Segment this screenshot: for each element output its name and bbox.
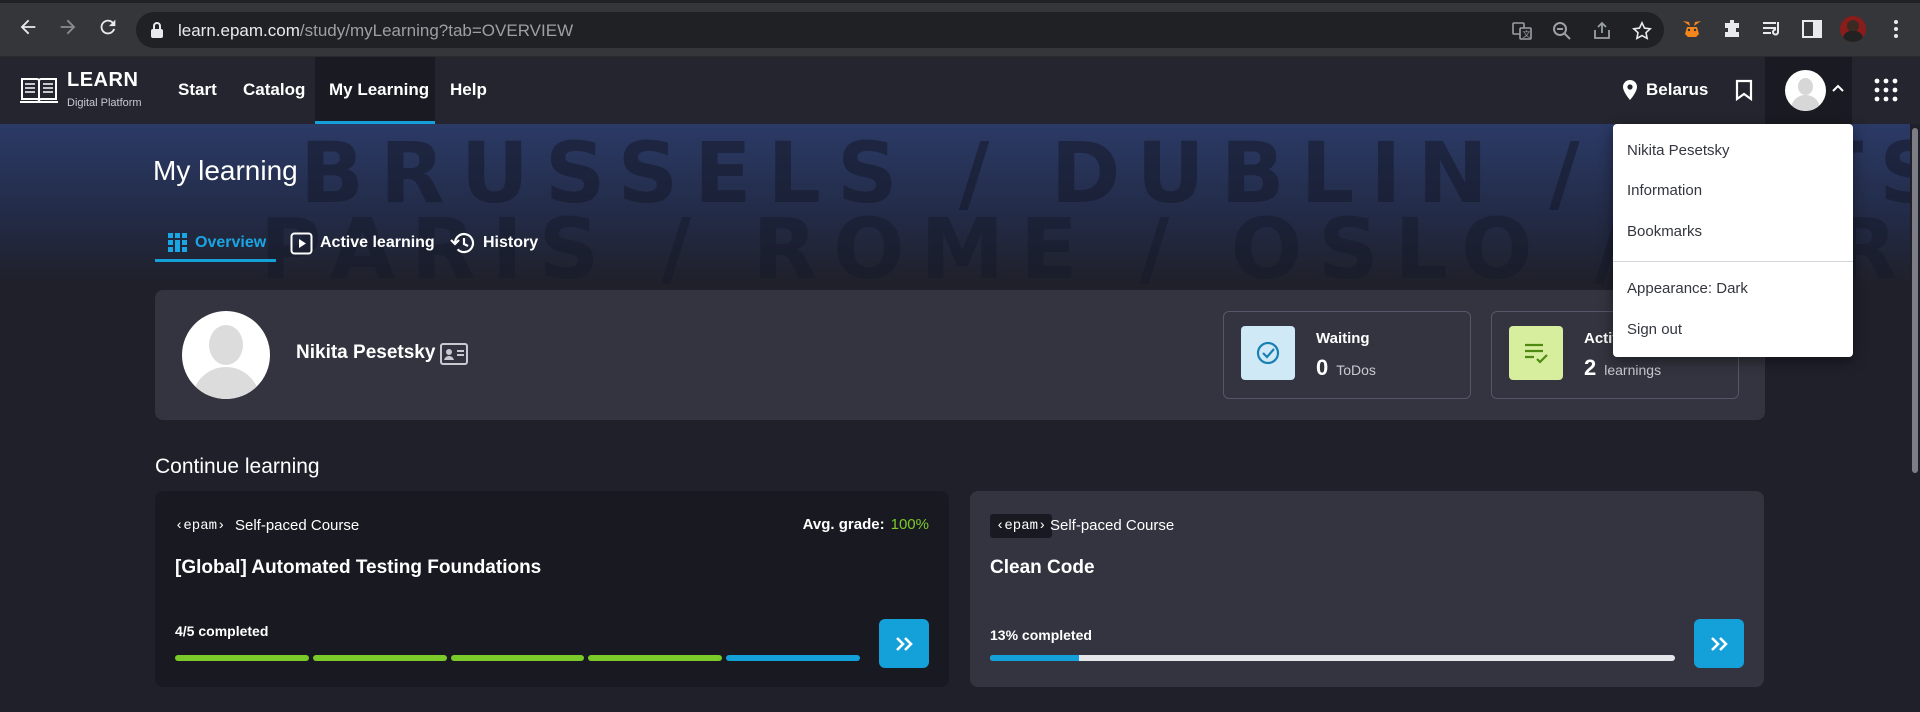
avg-grade: Avg. grade: 100%	[803, 516, 929, 533]
progress-label: 4/5 completed	[175, 623, 269, 639]
extensions-icon[interactable]	[1721, 18, 1743, 40]
double-chevron-right-icon	[1711, 636, 1728, 651]
profile-name: Nikita Pesetsky	[296, 342, 436, 363]
progress-segment	[312, 655, 447, 661]
nav-my-learning[interactable]: My Learning	[329, 80, 429, 100]
epam-logo: ‹epam›	[175, 518, 226, 534]
double-chevron-right-icon	[896, 636, 913, 651]
id-card-icon[interactable]	[440, 343, 468, 365]
nav-catalog[interactable]: Catalog	[243, 80, 305, 100]
profile-card: Nikita Pesetsky Waiting 0 ToDos Active 2…	[155, 290, 1765, 420]
list-check-icon	[1525, 343, 1548, 364]
forward-icon[interactable]	[56, 16, 80, 40]
logo-title[interactable]: LEARN	[67, 69, 138, 92]
avg-grade-label: Avg. grade:	[802, 516, 885, 533]
stat-icon-box	[1509, 326, 1563, 380]
reload-icon[interactable]	[96, 16, 120, 40]
waiting-todos-card[interactable]: Waiting 0 ToDos	[1223, 311, 1471, 399]
course-type: Self-paced Course	[1050, 517, 1175, 534]
apps-grid-icon[interactable]	[1874, 78, 1898, 102]
page-scrollbar[interactable]	[1910, 124, 1920, 712]
browser-menu-icon[interactable]	[1885, 18, 1907, 40]
book-logo-icon[interactable]	[20, 75, 58, 105]
menu-item-sign-out[interactable]: Sign out	[1627, 321, 1682, 338]
url-text: learn.epam.com/study/myLearning?tab=OVER…	[178, 21, 574, 40]
address-bar[interactable]: learn.epam.com/study/myLearning?tab=OVER…	[136, 12, 1664, 48]
side-panel-icon[interactable]	[1801, 18, 1823, 40]
progress-segment	[726, 655, 860, 661]
location-pin-icon	[1623, 80, 1637, 100]
course-title[interactable]: Clean Code	[990, 557, 1095, 579]
tab-overview[interactable]: Overview	[168, 222, 266, 264]
course-card[interactable]: ‹epam› Self-paced Course Avg. grade: 100%…	[155, 491, 949, 687]
location-label: Belarus	[1646, 80, 1709, 99]
zoom-icon[interactable]	[1552, 21, 1572, 41]
svg-text:文: 文	[1523, 29, 1531, 39]
progress-segment	[588, 655, 723, 661]
profile-avatar	[182, 311, 270, 399]
epam-logo: ‹epam›	[990, 514, 1053, 538]
nav-start[interactable]: Start	[178, 80, 217, 100]
tab-overview-label: Overview	[195, 234, 267, 251]
metamask-icon[interactable]	[1681, 18, 1703, 40]
stat-unit: learnings	[1604, 362, 1662, 378]
stat-label: Waiting	[1316, 330, 1370, 347]
lock-icon	[151, 22, 163, 38]
bookmark-icon[interactable]	[1735, 79, 1753, 101]
stat-unit: ToDos	[1336, 362, 1376, 378]
chevron-up-icon	[1832, 84, 1844, 92]
course-title[interactable]: [Global] Automated Testing Foundations	[175, 557, 541, 579]
tab-active-learning[interactable]: Active learning	[290, 222, 435, 264]
avatar	[1785, 70, 1826, 111]
translate-icon[interactable]: 文	[1512, 21, 1532, 41]
browser-profile-avatar[interactable]	[1840, 16, 1866, 42]
user-dropdown-menu: Nikita Pesetsky Information Bookmarks Ap…	[1613, 124, 1853, 357]
progress-segment	[450, 655, 585, 661]
stat-value-row: 2 learnings	[1584, 355, 1661, 381]
progress-label: 13% completed	[990, 627, 1092, 643]
browser-toolbar: learn.epam.com/study/myLearning?tab=OVER…	[0, 0, 1920, 57]
stat-icon-box	[1241, 326, 1295, 380]
dashboard-icon	[168, 233, 187, 252]
stat-number: 0	[1316, 355, 1329, 380]
stat-value-row: 0 ToDos	[1316, 355, 1376, 381]
progress-bar	[990, 655, 1675, 661]
continue-learning-title: Continue learning	[155, 455, 320, 478]
page-title: My learning	[153, 155, 298, 186]
menu-item-information[interactable]: Information	[1627, 182, 1702, 199]
media-queue-icon[interactable]	[1761, 18, 1783, 40]
scrollbar-thumb[interactable]	[1912, 128, 1918, 473]
play-square-icon	[290, 232, 313, 254]
location-selector[interactable]: Belarus	[1622, 79, 1708, 101]
user-menu-toggle[interactable]	[1765, 57, 1852, 124]
logo-subtitle: Digital Platform	[67, 97, 142, 109]
continue-course-button[interactable]	[879, 619, 929, 668]
continue-course-button[interactable]	[1694, 619, 1744, 668]
stat-number: 2	[1584, 355, 1597, 380]
course-card[interactable]: ‹epam› Self-paced Course Clean Code 13% …	[970, 491, 1764, 687]
tab-active-learning-label: Active learning	[320, 234, 435, 251]
course-type: Self-paced Course	[235, 517, 360, 534]
nav-help[interactable]: Help	[450, 80, 487, 100]
menu-item-bookmarks[interactable]: Bookmarks	[1627, 223, 1702, 240]
tab-history[interactable]: History	[450, 222, 538, 264]
menu-divider	[1613, 261, 1853, 262]
back-icon[interactable]	[16, 16, 40, 40]
progress-segment	[175, 655, 309, 661]
menu-item-profile[interactable]: Nikita Pesetsky	[1627, 142, 1730, 159]
share-icon[interactable]	[1592, 21, 1612, 41]
star-icon[interactable]	[1632, 21, 1652, 41]
progress-fill	[990, 655, 1080, 661]
tab-history-label: History	[483, 234, 539, 251]
history-icon	[450, 233, 475, 254]
active-tab-indicator	[155, 259, 276, 262]
check-circle-icon	[1256, 341, 1280, 365]
tab-strip-edge	[0, 0, 1920, 3]
app-header: LEARN Digital Platform Start Catalog My …	[0, 57, 1920, 124]
menu-item-appearance[interactable]: Appearance: Dark	[1627, 280, 1748, 297]
segmented-progress	[175, 655, 860, 661]
avg-grade-value: 100%	[890, 516, 929, 533]
